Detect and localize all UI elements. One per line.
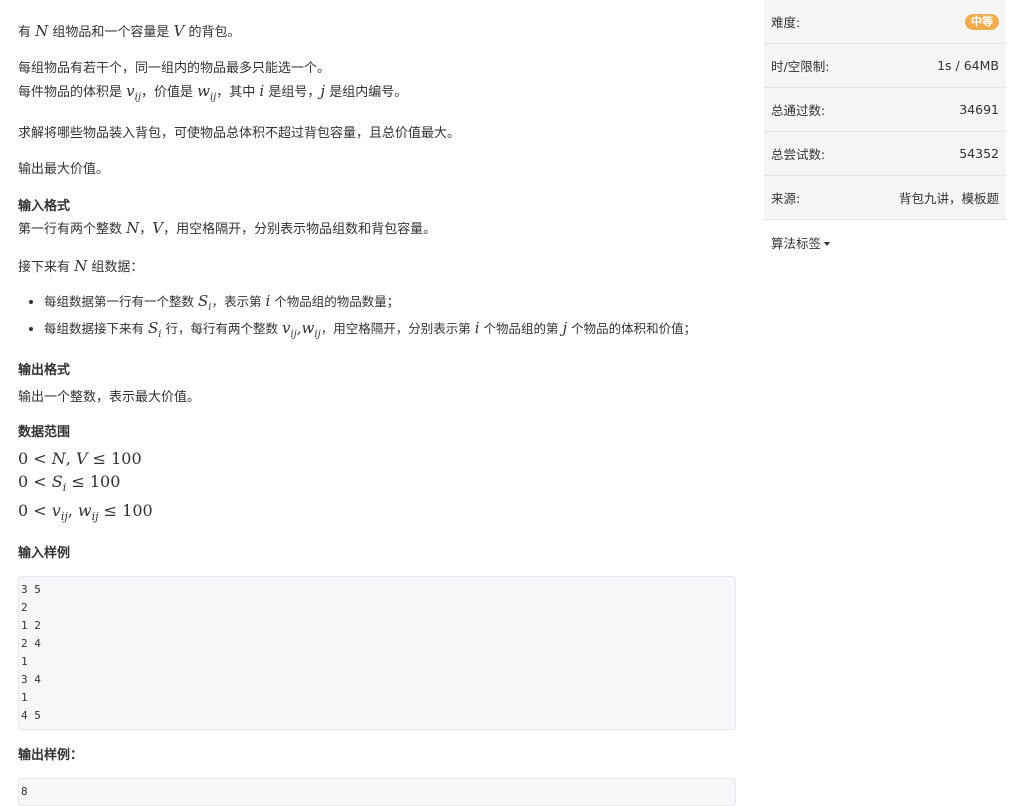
input-format-heading: 输入格式 — [18, 199, 71, 214]
tags-dropdown-button[interactable]: 算法标签 — [771, 233, 831, 252]
problem-info-panel: 难度: 中等 时/空限制: 1s / 64MB 总通过数: 34691 总尝试数… — [764, 0, 1006, 264]
item-volume-line: 每件物品的体积是 vij，价值是 wij，其中 i 是组号，j 是组内编号。 — [18, 82, 408, 103]
tags-row[interactable]: 算法标签 — [764, 220, 1006, 264]
range-line: 0 < vij, wij ≤ 100 — [18, 501, 153, 524]
attempts-row: 总尝试数: 54352 — [764, 132, 1006, 176]
output-format-text: 输出一个整数，表示最大价值。 — [18, 390, 201, 405]
limit-row: 时/空限制: 1s / 64MB — [764, 44, 1006, 88]
source-label: 来源: — [771, 191, 801, 206]
input-groups-line: 接下来有 N 组数据： — [18, 257, 144, 275]
data-range: 0 < N, V ≤ 100 0 < Si ≤ 100 0 < vij, wij… — [18, 447, 742, 528]
input-first-line: 第一行有两个整数 N，V，用空格隔开，分别表示物品组数和背包容量。 — [18, 219, 437, 237]
list-item: 每组数据第一行有一个整数 Si，表示第 i 个物品组的物品数量； — [44, 291, 742, 318]
data-range-heading: 数据范围 — [18, 425, 71, 440]
passed-label: 总通过数: — [771, 103, 826, 118]
source-value[interactable]: 背包九讲，模板题 — [899, 188, 999, 207]
passed-value: 34691 — [959, 102, 999, 117]
list-item: 每组数据接下来有 Si 行，每行有两个整数 vij,wij，用空格隔开，分别表示… — [44, 318, 742, 345]
passed-row: 总通过数: 34691 — [764, 88, 1006, 132]
attempts-value: 54352 — [959, 146, 999, 161]
intro-line: 有 N 组物品和一个容量是 V 的背包。 — [18, 22, 241, 40]
source-row: 来源: 背包九讲，模板题 — [764, 176, 1006, 220]
limit-label: 时/空限制: — [771, 59, 830, 74]
group-rule-line: 每组物品有若干个，同一组内的物品最多只能选一个。 — [18, 61, 331, 76]
output-format-heading: 输出格式 — [18, 363, 71, 378]
input-bullets: 每组数据第一行有一个整数 Si，表示第 i 个物品组的物品数量； 每组数据接下来… — [18, 291, 742, 345]
problem-description: 有 N 组物品和一个容量是 V 的背包。 每组物品有若干个，同一组内的物品最多只… — [18, 0, 742, 806]
sample-output-heading: 输出样例： — [18, 748, 84, 764]
output-line: 输出最大价值。 — [18, 162, 110, 177]
objective-line: 求解将哪些物品装入背包，可使物品总体积不超过背包容量，且总价值最大。 — [18, 126, 461, 141]
difficulty-badge: 中等 — [965, 13, 999, 30]
difficulty-row: 难度: 中等 — [764, 0, 1006, 44]
limit-value: 1s / 64MB — [937, 58, 999, 73]
tags-label: 算法标签 — [771, 235, 822, 251]
caret-down-icon — [824, 242, 831, 246]
difficulty-label: 难度: — [771, 15, 801, 30]
attempts-label: 总尝试数: — [771, 147, 826, 162]
sample-input-heading: 输入样例 — [18, 546, 71, 562]
range-line: 0 < Si ≤ 100 — [18, 472, 121, 495]
range-line: 0 < N, V ≤ 100 — [18, 449, 142, 468]
sample-input-block[interactable]: 3 5 2 1 2 2 4 1 3 4 1 4 5 — [18, 576, 736, 731]
